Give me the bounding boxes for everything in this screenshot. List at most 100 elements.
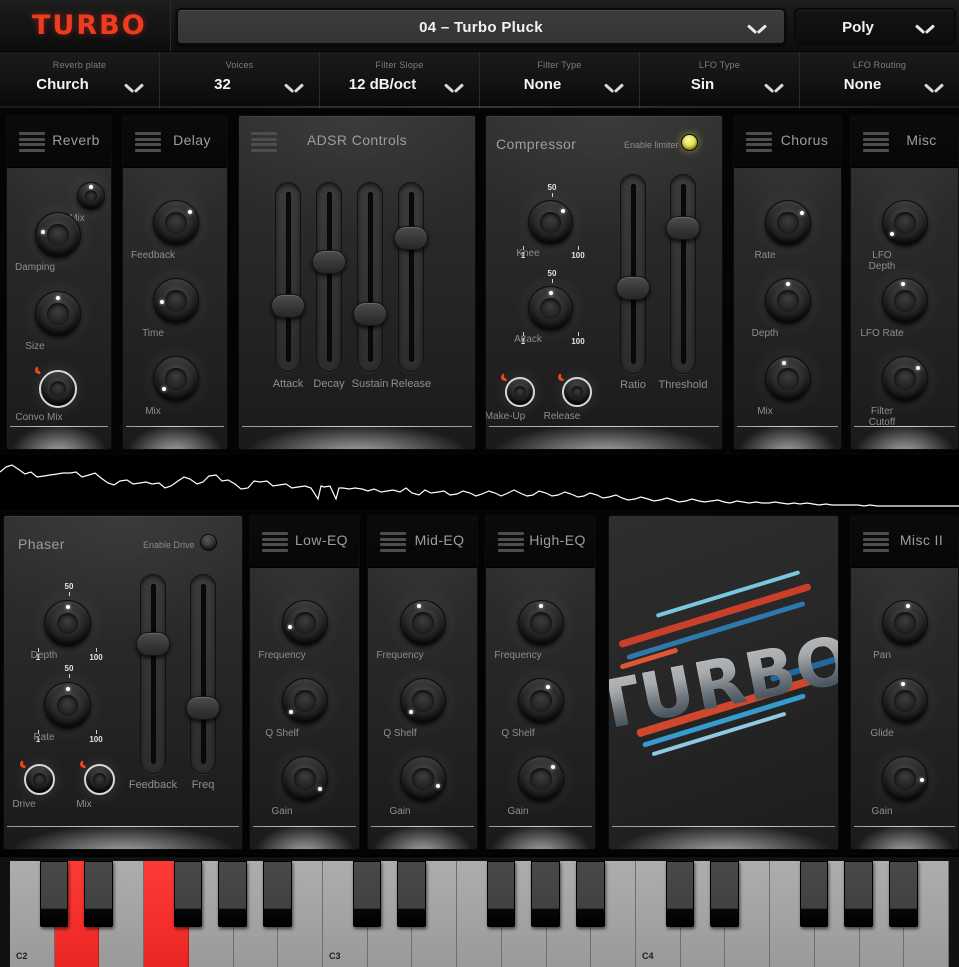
drive-led[interactable] bbox=[200, 534, 217, 551]
panel-body-low-eq: Frequency Q Shelf Gain bbox=[250, 568, 359, 849]
knob-dial bbox=[39, 370, 77, 408]
slider-thumb[interactable] bbox=[271, 294, 305, 318]
limiter-led[interactable] bbox=[681, 134, 698, 151]
knob-label: Convo Mix bbox=[15, 412, 63, 423]
panel-misc2: Misc II Pan Glide Gain bbox=[850, 515, 959, 850]
chevron-down-icon bbox=[445, 82, 463, 93]
dropdown-filter-slope[interactable]: Filter Slope 12 dB/oct bbox=[320, 52, 480, 108]
knob-label: Frequency bbox=[376, 650, 424, 661]
knob-dial bbox=[882, 200, 928, 246]
knob-label: Release bbox=[543, 411, 581, 422]
piano-key-asharp4[interactable] bbox=[889, 861, 918, 927]
piano-key-dsharp3[interactable] bbox=[397, 861, 426, 927]
knob-dial bbox=[153, 200, 199, 246]
knob-pointer bbox=[561, 209, 565, 213]
panel-delay: Delay Feedback Time Mix bbox=[122, 115, 228, 450]
piano-key-csharp4[interactable] bbox=[665, 861, 695, 927]
knob-pointer bbox=[66, 605, 70, 609]
knob-pointer bbox=[409, 710, 413, 714]
knob-pointer bbox=[890, 232, 894, 236]
piano-key-asharp3[interactable] bbox=[576, 861, 605, 927]
knob-pointer bbox=[318, 787, 322, 791]
knob-pointer bbox=[782, 361, 786, 365]
knob-pointer bbox=[901, 682, 905, 686]
slider-attack[interactable]: Attack bbox=[271, 182, 305, 390]
slider-release[interactable]: Release bbox=[391, 182, 431, 390]
slider-phaser-freq[interactable]: Freq bbox=[186, 574, 220, 791]
knob-pointer bbox=[41, 230, 45, 234]
knob-pointer bbox=[89, 185, 93, 189]
panel-adsr: ADSR Controls Attack Decay Sustain Relea… bbox=[238, 115, 476, 450]
panel-header-chorus: Chorus bbox=[734, 116, 841, 168]
panel-title: Low-EQ bbox=[295, 532, 348, 548]
knob-tick-max: 100 bbox=[567, 332, 589, 346]
dropdown-lfo-type[interactable]: LFO Type Sin bbox=[640, 52, 800, 108]
panel-title: Reverb bbox=[52, 132, 100, 148]
knob-label: Depth bbox=[751, 328, 779, 339]
knob-label: Size bbox=[25, 341, 45, 352]
slider-thumb[interactable] bbox=[666, 216, 700, 240]
knob-label: LFO Rate bbox=[860, 328, 904, 339]
knob-pointer bbox=[546, 685, 550, 689]
piano-key-csharp3[interactable] bbox=[352, 861, 382, 927]
knob-tick-max-mid: 50 bbox=[541, 183, 563, 197]
dropdown-caption: Reverb plate bbox=[52, 60, 107, 70]
slider-decay[interactable]: Decay bbox=[312, 182, 346, 390]
knob-label: Drive bbox=[12, 799, 36, 810]
dropdown-lfo-routing[interactable]: LFO Routing None bbox=[800, 52, 959, 108]
piano-key-dsharp4[interactable] bbox=[710, 861, 739, 927]
panel-low-eq: Low-EQ Frequency Q Shelf Gain bbox=[249, 515, 360, 850]
waveform-display[interactable] bbox=[0, 455, 959, 510]
slider-sustain[interactable]: Sustain bbox=[352, 182, 388, 390]
panel-phaser: Phaser Enable Drive 50 1 100 Depth 50 1 … bbox=[3, 515, 243, 850]
panel-body-phaser: 50 1 100 Depth 50 1 100 Rate Drive Mix F… bbox=[4, 568, 242, 849]
panel-title: ADSR Controls bbox=[306, 132, 408, 148]
slider-ratio[interactable]: Ratio bbox=[616, 174, 650, 391]
module-row-bottom: Phaser Enable Drive 50 1 100 Depth 50 1 … bbox=[0, 510, 959, 855]
piano-key-csharp2[interactable] bbox=[39, 861, 69, 927]
panel-mid-eq: Mid-EQ Frequency Q Shelf Gain bbox=[367, 515, 478, 850]
knob-label: Mix bbox=[757, 406, 773, 417]
piano-key-fsharp3[interactable] bbox=[486, 861, 516, 927]
piano-key-asharp2[interactable] bbox=[263, 861, 292, 927]
knob-label: Damping bbox=[14, 262, 56, 273]
slider-threshold[interactable]: Threshold bbox=[659, 174, 707, 391]
panel-header-high-eq: High-EQ bbox=[486, 516, 595, 568]
voice-mode-selector[interactable]: Poly bbox=[794, 8, 956, 45]
slider-phaser-feedback[interactable]: Feedback bbox=[129, 574, 177, 791]
parameter-dropdown-strip: Reverb plate Church Voices 32 Filter Slo… bbox=[0, 52, 959, 108]
slider-thumb[interactable] bbox=[353, 302, 387, 326]
preset-name: 04 – Turbo Pluck bbox=[419, 19, 543, 36]
slider-thumb[interactable] bbox=[394, 226, 428, 250]
slider-thumb[interactable] bbox=[186, 696, 220, 720]
dropdown-reverb-plate[interactable]: Reverb plate Church bbox=[0, 52, 160, 108]
piano-key-fsharp2[interactable] bbox=[173, 861, 203, 927]
slider-thumb[interactable] bbox=[616, 276, 650, 300]
chevron-down-icon bbox=[748, 23, 766, 34]
piano-key-gsharp3[interactable] bbox=[531, 861, 560, 927]
knob-tick-max: 100 bbox=[567, 246, 589, 260]
knob-label: Mix bbox=[145, 406, 161, 417]
panel-header-misc2: Misc II bbox=[851, 516, 958, 568]
knob-label: Mix bbox=[76, 799, 92, 810]
piano-key-gsharp2[interactable] bbox=[218, 861, 247, 927]
preset-selector[interactable]: 04 – Turbo Pluck bbox=[176, 8, 786, 45]
dropdown-voices[interactable]: Voices 32 bbox=[160, 52, 320, 108]
knob-dial bbox=[882, 356, 928, 402]
knob-dial bbox=[765, 200, 811, 246]
piano-key-dsharp2[interactable] bbox=[84, 861, 113, 927]
knob-dial bbox=[882, 678, 928, 724]
dropdown-filter-type[interactable]: Filter Type None bbox=[480, 52, 640, 108]
piano-key-gsharp4[interactable] bbox=[844, 861, 873, 927]
panel-compressor: Compressor Enable limiter 50 1 100 Knee … bbox=[485, 115, 723, 450]
keyboard-keys[interactable]: C2 C3 C4 bbox=[10, 861, 949, 967]
slider-thumb[interactable] bbox=[136, 632, 170, 656]
virtual-keyboard[interactable]: C2 C3 C4 bbox=[0, 855, 959, 967]
panel-body-delay: Feedback Time Mix bbox=[123, 168, 227, 449]
knob-pointer bbox=[539, 604, 543, 608]
knob-label: Frequency bbox=[258, 650, 306, 661]
knob-pointer bbox=[901, 282, 905, 286]
piano-key-fsharp4[interactable] bbox=[799, 861, 829, 927]
slider-thumb[interactable] bbox=[312, 250, 346, 274]
panel-body-adsr: Attack Decay Sustain Release bbox=[239, 168, 475, 449]
